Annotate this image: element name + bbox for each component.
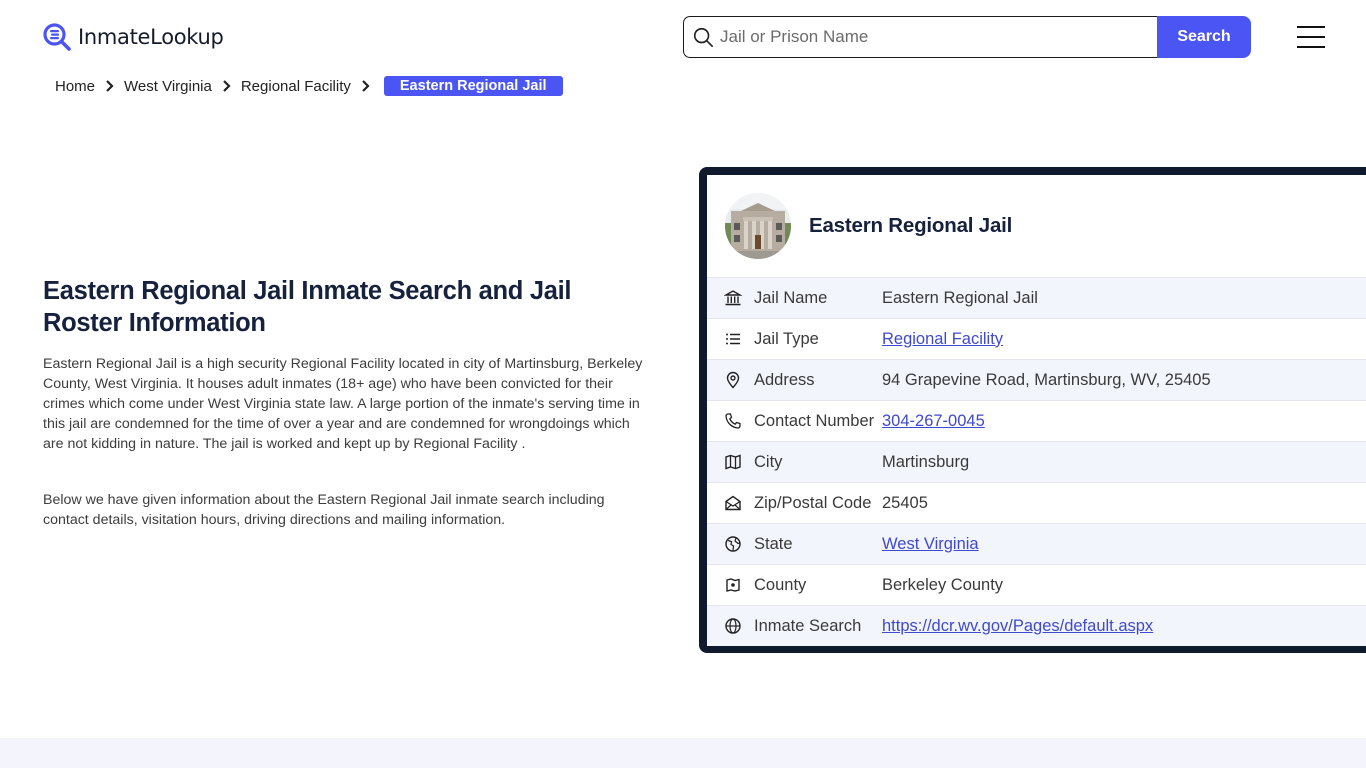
jail-photo xyxy=(725,193,791,259)
info-row-state: State West Virginia xyxy=(707,523,1366,564)
description-paragraph: Below we have given information about th… xyxy=(43,492,605,528)
row-label: Inmate Search xyxy=(754,616,862,635)
row-label: Address xyxy=(754,370,815,389)
row-label: Zip/Postal Code xyxy=(754,493,872,512)
search-button[interactable]: Search xyxy=(1157,16,1251,58)
row-value: 94 Grapevine Road, Martinsburg, WV, 2540… xyxy=(882,370,1211,389)
logo-magnifier-icon xyxy=(43,23,71,51)
phone-icon xyxy=(725,413,741,429)
county-map-icon xyxy=(726,578,740,592)
info-table: Jail Name Eastern Regional Jail Jail Typ… xyxy=(707,277,1366,646)
logo-link[interactable]: InmateLookup xyxy=(42,22,224,52)
map-icon xyxy=(725,454,741,470)
phone-link[interactable]: 304-267-0045 xyxy=(882,412,985,431)
world-icon xyxy=(725,618,741,634)
menu-bar xyxy=(1297,46,1325,48)
row-value: Berkeley County xyxy=(882,575,1004,594)
breadcrumb: Home West Virginia Regional Facility Eas… xyxy=(55,76,563,96)
row-label: Contact Number xyxy=(754,411,875,430)
logo-text: InmateLookup xyxy=(78,25,224,49)
row-label: State xyxy=(754,534,793,553)
info-row-zip: Zip/Postal Code 25405 xyxy=(707,482,1366,523)
location-pin-icon xyxy=(726,371,740,389)
card-header: Eastern Regional Jail xyxy=(707,175,1366,277)
search-input[interactable] xyxy=(720,27,1140,47)
search-field[interactable] xyxy=(683,16,1157,58)
footer-band xyxy=(0,738,1366,768)
breadcrumb-home[interactable]: Home xyxy=(55,78,95,95)
info-row-inmate-search: Inmate Search https://dcr.wv.gov/Pages/d… xyxy=(707,605,1366,646)
breadcrumb-facility-type[interactable]: Regional Facility xyxy=(241,78,351,95)
row-label: County xyxy=(754,575,807,594)
info-row-county: County Berkeley County xyxy=(707,564,1366,605)
info-row-city: City Martinsburg xyxy=(707,441,1366,482)
description-paragraph: Eastern Regional Jail is a high security… xyxy=(43,356,643,452)
info-row-jail-name: Jail Name Eastern Regional Jail xyxy=(707,277,1366,318)
row-value: Eastern Regional Jail xyxy=(882,288,1038,307)
chevron-right-icon xyxy=(223,80,231,92)
building-photo-image xyxy=(725,193,791,259)
row-value: 25405 xyxy=(882,493,928,512)
search-icon xyxy=(693,27,713,47)
row-value: Martinsburg xyxy=(882,452,970,471)
state-link[interactable]: West Virginia xyxy=(882,535,979,554)
card-title: Eastern Regional Jail xyxy=(809,214,1013,237)
search-form: Search xyxy=(683,16,1251,58)
jail-type-link[interactable]: Regional Facility xyxy=(882,330,1003,349)
mail-open-icon xyxy=(725,495,741,511)
chevron-right-icon xyxy=(362,80,370,92)
chevron-right-icon xyxy=(106,80,114,92)
jail-info-card: Eastern Regional Jail Jail Name Eastern … xyxy=(699,167,1366,653)
menu-bar xyxy=(1297,26,1325,28)
breadcrumb-current: Eastern Regional Jail xyxy=(383,76,563,96)
menu-bar xyxy=(1297,36,1325,38)
globe-state-icon xyxy=(725,536,741,552)
hamburger-menu-icon[interactable] xyxy=(1297,26,1325,48)
list-icon xyxy=(726,333,740,345)
row-label: Jail Name xyxy=(754,288,828,307)
inmate-search-link[interactable]: https://dcr.wv.gov/Pages/default.aspx xyxy=(882,617,1153,636)
info-row-contact: Contact Number 304-267-0045 xyxy=(707,400,1366,441)
page-title: Eastern Regional Jail Inmate Search and … xyxy=(43,277,572,337)
breadcrumb-state[interactable]: West Virginia xyxy=(124,78,212,95)
row-label: Jail Type xyxy=(754,329,819,348)
info-row-address: Address 94 Grapevine Road, Martinsburg, … xyxy=(707,359,1366,400)
info-row-jail-type: Jail Type Regional Facility xyxy=(707,318,1366,359)
row-label: City xyxy=(754,452,783,471)
building-icon xyxy=(724,290,742,306)
